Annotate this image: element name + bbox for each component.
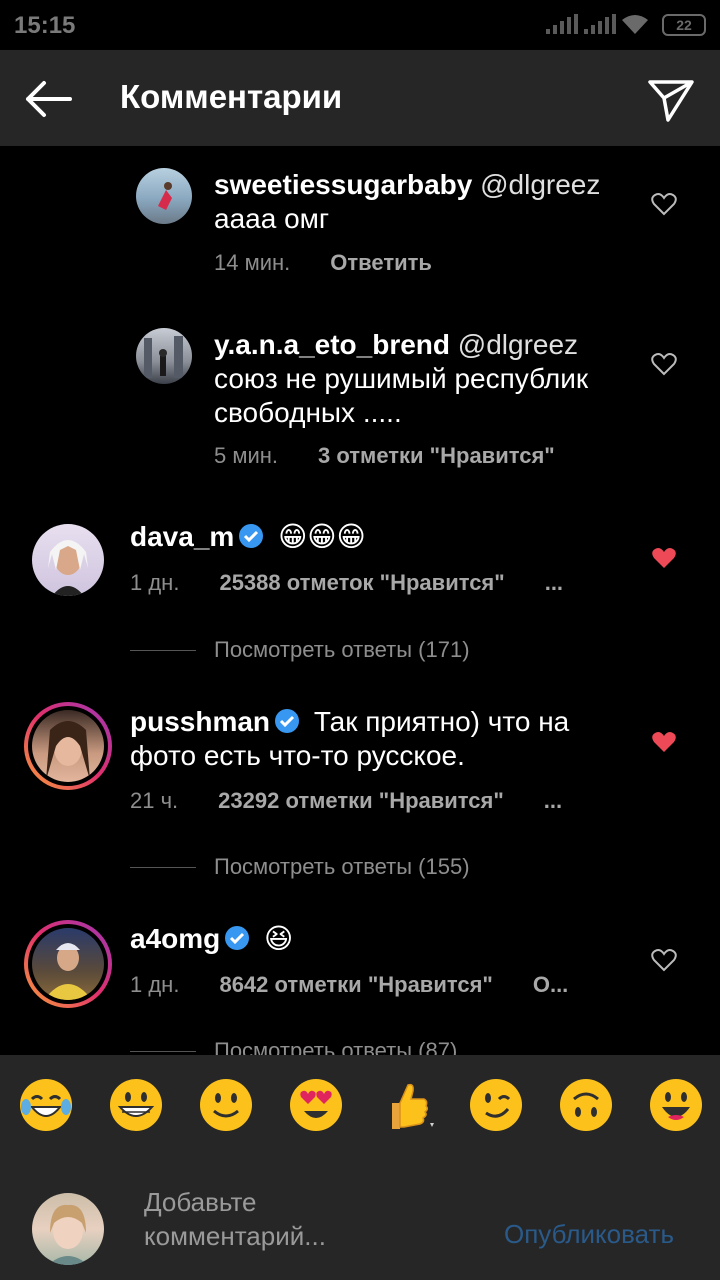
view-replies-button[interactable]: Посмотреть ответы (171) [130,637,470,663]
direct-send-icon[interactable] [644,72,698,126]
avatar-story-ring[interactable] [24,920,112,1008]
verified-badge-icon [239,524,264,548]
comment-text-line2: свободных ..... [214,397,402,428]
avatar[interactable] [136,328,192,384]
heart-outline-icon[interactable] [651,352,677,376]
status-time: 15:15 [14,12,76,39]
avatar-story-ring[interactable] [24,702,112,790]
avatar [32,710,104,782]
comment-input[interactable]: Добавьте комментарий... [144,1185,384,1253]
likes-count[interactable]: 8642 отметки "Нравится" [219,972,492,998]
likes-count[interactable]: 3 отметки "Нравится" [318,443,555,469]
comment-username[interactable]: a4omg [130,923,220,954]
emoji-grinning-icon[interactable] [108,1077,164,1133]
comment-username[interactable]: sweetiessugarbaby [214,169,472,200]
comment-input-placeholder-line1: Добавьте [144,1187,257,1217]
comment-username[interactable]: pusshman [130,706,270,737]
emoji-wink-icon[interactable] [468,1077,524,1133]
comment-text: аааа омг [214,203,330,234]
emoji-smiley-icon[interactable] [648,1077,704,1133]
heart-outline-icon[interactable] [651,948,677,972]
signal-icon-2 [584,14,616,34]
top-header: Комментарии [0,50,720,146]
page-title: Комментарии [120,78,343,115]
quick-emoji-bar [0,1055,720,1155]
likes-count[interactable]: 25388 отметок "Нравится" [219,570,504,596]
back-arrow-icon[interactable] [22,72,76,126]
more-options[interactable]: ... [544,788,562,814]
signal-icon [546,14,578,34]
emoji-smile-icon[interactable] [198,1077,254,1133]
comment-text: 😁😁😁 [278,521,366,552]
emoji-thumbs-up-icon[interactable] [378,1077,434,1133]
likes-count[interactable]: 23292 отметки "Нравится" [218,788,504,814]
comment-username[interactable]: y.a.n.a_eto_brend [214,329,450,360]
view-replies-button[interactable]: Посмотреть ответы (155) [130,854,470,880]
more-options[interactable]: О... [533,972,568,998]
my-avatar [32,1193,104,1265]
status-bar: 15:15 22 [0,0,720,50]
battery-icon: 22 [662,14,706,36]
comment-input-bar: Добавьте комментарий... Опубликовать [0,1155,720,1280]
comment-time: 5 мин. [214,443,279,468]
heart-outline-icon[interactable] [651,192,677,216]
avatar[interactable] [32,524,104,596]
comment-username[interactable]: dava_m [130,521,234,552]
emoji-upside-down-icon[interactable] [558,1077,614,1133]
comment-mention[interactable]: @dlgreez [480,169,600,200]
avatar [32,928,104,1000]
heart-filled-icon[interactable] [651,546,677,570]
view-replies-label: Посмотреть ответы (171) [214,637,470,662]
emoji-heart-eyes-icon[interactable] [288,1077,344,1133]
heart-filled-icon[interactable] [651,730,677,754]
verified-badge-icon [225,926,250,950]
reply-button[interactable]: Ответить [330,250,432,276]
view-replies-label: Посмотреть ответы (155) [214,854,470,879]
comment-text: Так приятно) что на [313,706,570,737]
comment-input-placeholder-line2: комментарий... [144,1221,326,1251]
comment-text: 😆 [264,923,294,954]
comment-text-line2: фото есть что-то русское. [130,740,465,771]
wifi-icon [622,15,648,34]
verified-badge-icon [275,709,300,733]
avatar[interactable] [136,168,192,224]
emoji-tears-of-joy-icon[interactable] [18,1077,74,1133]
comment-time: 14 мин. [214,250,291,275]
more-options[interactable]: ... [545,570,563,596]
comment-time: 1 дн. [130,972,180,997]
comment-mention[interactable]: @dlgreez [458,329,578,360]
comment-time: 21 ч. [130,788,179,813]
comment-time: 1 дн. [130,570,180,595]
comment-text: союз не рушимый республик [214,363,589,394]
publish-button[interactable]: Опубликовать [504,1219,674,1250]
